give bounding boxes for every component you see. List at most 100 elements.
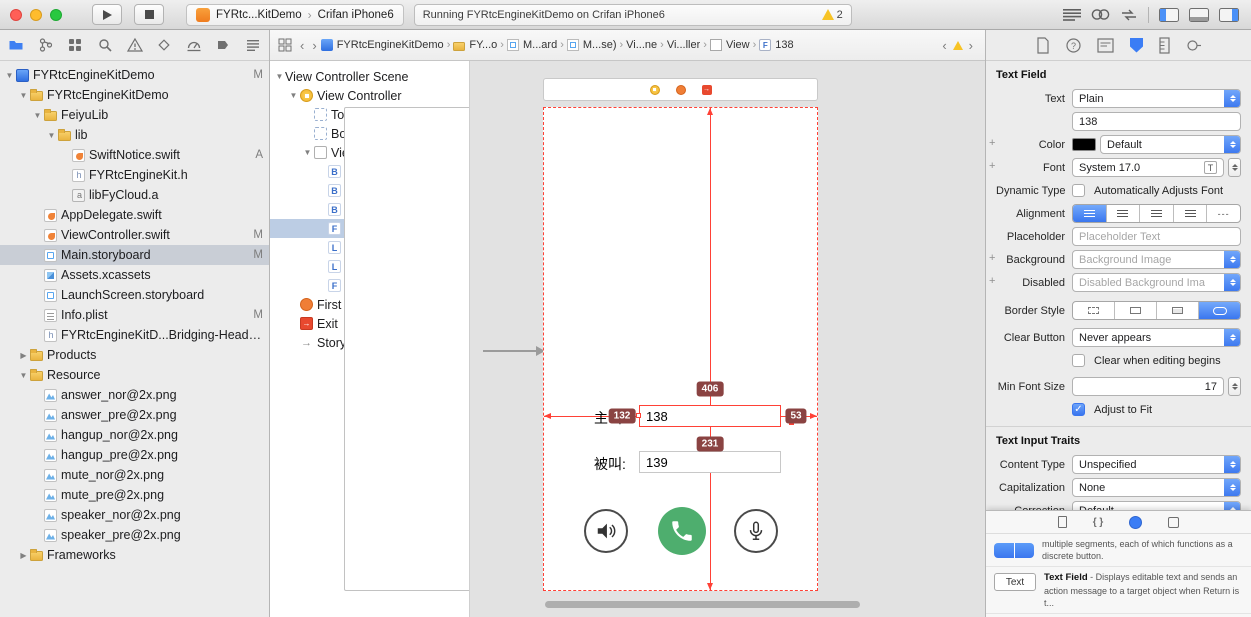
dynamic-type-checkbox[interactable] (1072, 184, 1085, 197)
navigator-item-png[interactable]: answer_nor@2x.png (0, 385, 269, 405)
breadcrumb-storyboard-base[interactable]: M...se) (566, 39, 617, 51)
toggle-debug-area-button[interactable] (1189, 7, 1209, 22)
close-window-button[interactable] (10, 8, 22, 21)
call-button[interactable] (658, 507, 706, 555)
color-swatch[interactable] (1072, 138, 1096, 151)
constraint-badge-right[interactable]: 53 (785, 408, 807, 424)
project-navigator-tab[interactable] (8, 37, 24, 53)
code-snippet-library-tab[interactable] (1093, 517, 1104, 528)
border-rounded-segment[interactable] (1199, 302, 1240, 319)
quick-help-inspector-tab[interactable]: ? (1065, 37, 1082, 54)
text-mode-dropdown[interactable]: Plain (1072, 89, 1241, 108)
navigator-item-bridging-header[interactable]: FYRtcEngineKitD...Bridging-Header.h (0, 325, 269, 345)
issue-navigator-tab[interactable] (126, 37, 143, 53)
previous-issue-button[interactable]: ‹ (938, 38, 950, 53)
stop-button[interactable] (134, 4, 164, 25)
navigator-item-swiftnotice[interactable]: SwiftNotice.swift A (0, 145, 269, 165)
outline-item-view-controller[interactable]: View Controller (270, 86, 469, 105)
issues-badge[interactable]: 2 (821, 9, 843, 21)
version-editor-button[interactable] (1120, 9, 1138, 21)
navigator-item-appdelegate[interactable]: AppDelegate.swift (0, 205, 269, 225)
add-variation-button[interactable]: + (989, 137, 995, 149)
background-dropdown[interactable]: Background Image (1072, 250, 1241, 269)
disabled-background-dropdown[interactable]: Disabled Background Ima (1072, 273, 1241, 292)
file-inspector-tab[interactable] (1036, 36, 1050, 54)
media-library-tab[interactable] (1168, 516, 1180, 528)
align-justified-segment[interactable] (1174, 205, 1208, 222)
content-type-dropdown[interactable]: Unspecified (1072, 455, 1241, 474)
toggle-utilities-button[interactable] (1219, 7, 1239, 22)
add-variation-button[interactable]: + (989, 160, 995, 172)
text-value-input[interactable]: 138 (1072, 112, 1241, 131)
navigator-item-png[interactable]: mute_nor@2x.png (0, 465, 269, 485)
forward-button[interactable]: › (308, 38, 320, 53)
library-item-segmented-control[interactable]: multiple segments, each of which functio… (986, 534, 1251, 567)
adjust-to-fit-checkbox[interactable] (1072, 403, 1085, 416)
disclosure-icon[interactable] (302, 148, 313, 157)
breadcrumb-folder[interactable]: FY...o (453, 39, 497, 51)
border-none-segment[interactable] (1073, 302, 1115, 319)
align-natural-segment[interactable] (1207, 205, 1240, 222)
caller-text-field[interactable]: 138 (636, 405, 794, 427)
breadcrumb-scene[interactable]: Vi...ne (343, 39, 657, 560)
navigator-item-project[interactable]: FYRtcEngineKitDemo M (0, 65, 269, 85)
font-field[interactable]: System 17.0 (1072, 158, 1224, 177)
navigator-item-fyrtcenginekit-h[interactable]: FYRtcEngineKit.h (0, 165, 269, 185)
constraint-badge-bottom[interactable]: 231 (696, 436, 724, 452)
breadcrumb-text-field[interactable]: 138 (759, 39, 794, 51)
debug-navigator-tab[interactable] (186, 37, 202, 53)
breadcrumb-view-controller[interactable]: Vi...ller (343, 39, 700, 560)
constraint-badge-top[interactable]: 406 (696, 381, 724, 397)
navigator-item-png[interactable]: speaker_nor@2x.png (0, 505, 269, 525)
callee-label[interactable]: 被叫: (594, 454, 626, 474)
navigator-item-viewcontroller[interactable]: ViewController.swift M (0, 225, 269, 245)
navigator-item-png[interactable]: mute_pre@2x.png (0, 485, 269, 505)
constraint-badge-left[interactable]: 132 (608, 408, 636, 424)
disclosure-icon[interactable] (18, 371, 29, 380)
standard-editor-button[interactable] (1063, 8, 1081, 21)
disclosure-icon[interactable] (18, 351, 29, 360)
navigator-item-libfycloud[interactable]: libFyCloud.a (0, 185, 269, 205)
breadcrumb-view[interactable]: View (709, 39, 750, 51)
identity-inspector-tab[interactable] (1096, 37, 1114, 53)
navigator-item-lib[interactable]: lib (0, 125, 269, 145)
scheme-name[interactable]: FYRtc...KitDemo (216, 9, 302, 21)
storyboard-canvas[interactable]: 主叫: 138 406 132 53 231 被叫: 139 (470, 61, 985, 617)
color-dropdown[interactable]: Default (1100, 135, 1241, 154)
run-button[interactable] (92, 4, 122, 25)
navigator-item-main-storyboard[interactable]: Main.storyboard M (0, 245, 269, 265)
font-size-stepper[interactable] (1228, 158, 1241, 177)
breadcrumb-project[interactable]: FYRtcEngineKitDemo (320, 39, 444, 51)
assistant-editor-button[interactable] (1091, 8, 1110, 21)
border-bezel-segment[interactable] (1157, 302, 1199, 319)
resize-handle-left[interactable] (636, 412, 641, 418)
breadcrumb-storyboard[interactable]: M...ard (506, 39, 557, 51)
report-navigator-tab[interactable] (245, 37, 261, 53)
add-variation-button[interactable]: + (989, 252, 995, 264)
disclosure-icon[interactable] (46, 131, 57, 140)
warning-icon[interactable] (952, 40, 963, 50)
horizontal-scrollbar[interactable] (545, 601, 860, 608)
breakpoint-navigator-tab[interactable] (215, 37, 231, 53)
back-button[interactable]: ‹ (296, 38, 308, 53)
library-item-text-field[interactable]: Text Text Field - Displays editable text… (986, 567, 1251, 615)
add-variation-button[interactable]: + (989, 275, 995, 287)
navigator-item-group[interactable]: FYRtcEngineKitDemo (0, 85, 269, 105)
navigator-item-frameworks[interactable]: Frameworks (0, 545, 269, 565)
connections-inspector-tab[interactable] (1185, 37, 1202, 54)
navigator-item-resource[interactable]: Resource (0, 365, 269, 385)
border-line-segment[interactable] (1115, 302, 1157, 319)
view-controller-view[interactable]: 主叫: 138 406 132 53 231 被叫: 139 (543, 107, 818, 591)
min-font-size-input[interactable]: 17 (1072, 377, 1224, 396)
navigator-item-png[interactable]: hangup_pre@2x.png (0, 445, 269, 465)
navigator-item-png[interactable]: answer_pre@2x.png (0, 405, 269, 425)
speaker-button[interactable] (584, 509, 628, 553)
disclosure-icon[interactable] (18, 551, 29, 560)
navigator-item-launchscreen[interactable]: LaunchScreen.storyboard (0, 285, 269, 305)
align-left-segment[interactable] (1073, 205, 1107, 222)
storyboard-entry-arrow[interactable] (483, 345, 545, 356)
navigator-item-products[interactable]: Products (0, 345, 269, 365)
zoom-window-button[interactable] (50, 8, 62, 21)
disclosure-icon[interactable] (274, 72, 285, 81)
size-inspector-tab[interactable] (1158, 36, 1170, 54)
